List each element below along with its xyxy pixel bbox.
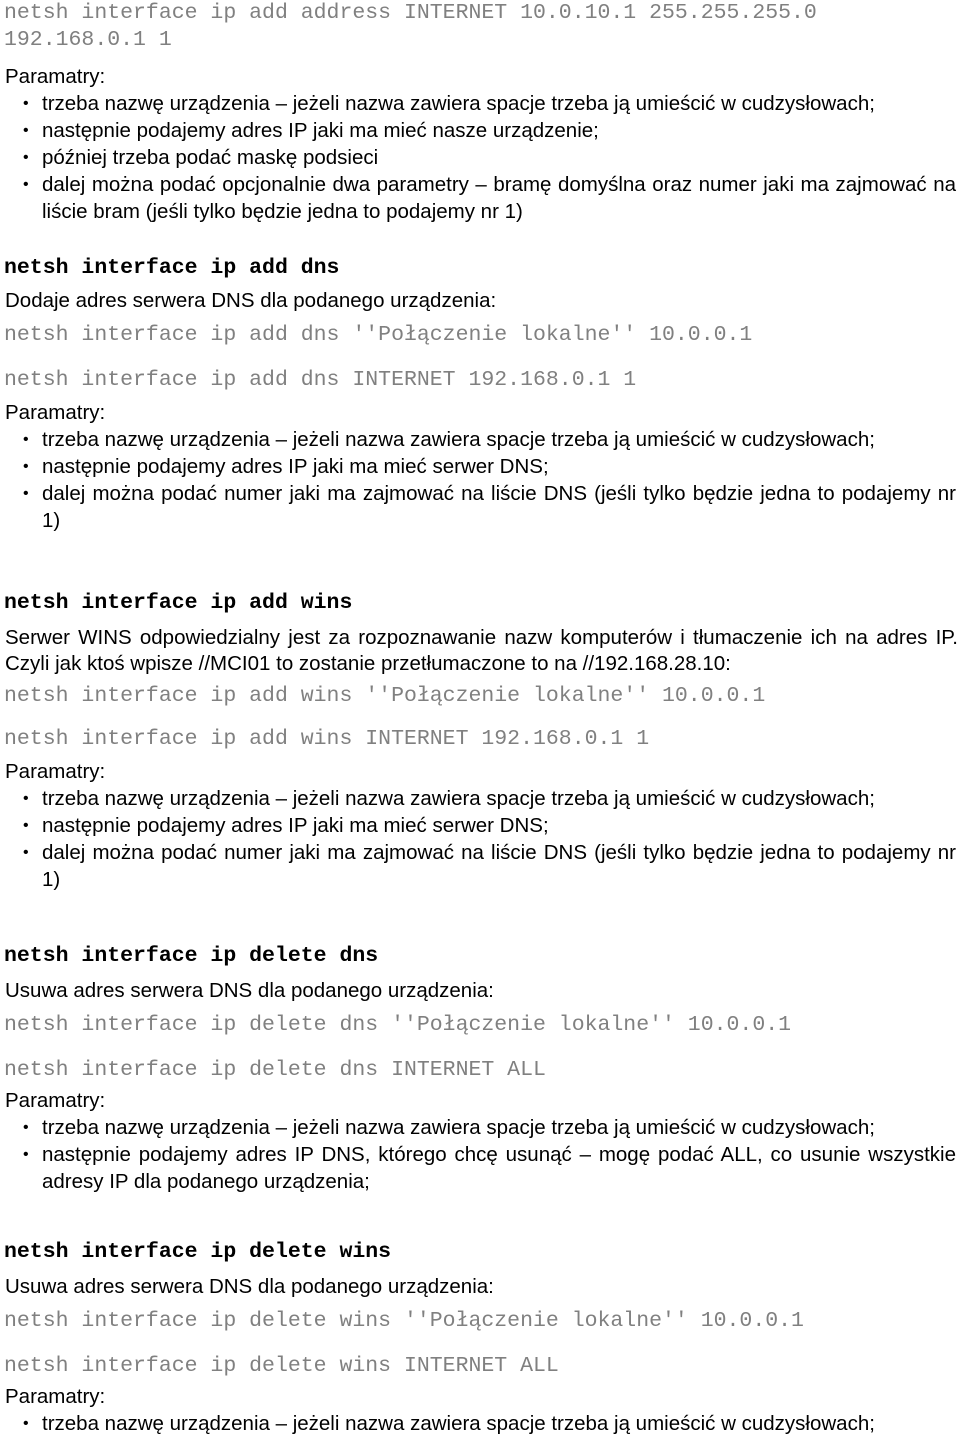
list-item: • następnie podajemy adres IP DNS, które… (2, 1141, 958, 1195)
list-item-label: trzeba nazwę urządzenia – jeżeli nazwa z… (42, 1412, 875, 1435)
bullet-icon: • (23, 431, 29, 448)
bullet-icon: • (23, 1119, 29, 1136)
bullet-icon: • (23, 817, 29, 834)
section-description-add-dns: Dodaje adres serwera DNS dla podanego ur… (5, 289, 497, 312)
list-item-label: następnie podajemy adres IP DNS, którego… (42, 1143, 956, 1193)
params-label-add-dns: Paramatry: (5, 401, 106, 424)
list-item: • trzeba nazwę urządzenia – jeżeli nazwa… (2, 426, 958, 453)
params-list-delete-wins: • trzeba nazwę urządzenia – jeżeli nazwa… (2, 1410, 958, 1437)
list-item: • dalej można podać opcjonalnie dwa para… (2, 171, 958, 225)
section-heading-add-wins: netsh interface ip add wins (4, 591, 353, 615)
list-item-label: dalej można podać numer jaki ma zajmować… (42, 482, 956, 532)
list-item-label: dalej można podać numer jaki ma zajmować… (42, 841, 956, 891)
list-item: • trzeba nazwę urządzenia – jeżeli nazwa… (2, 1114, 958, 1141)
document-page: netsh interface ip add address INTERNET … (0, 0, 960, 1435)
list-item-label: następnie podajemy adres IP jaki ma mieć… (42, 119, 599, 142)
list-item: • następnie podajemy adres IP jaki ma mi… (2, 812, 958, 839)
section-heading-add-dns: netsh interface ip add dns (4, 256, 340, 280)
command-example-add-wins-local: netsh interface ip add wins ''Połączenie… (4, 684, 766, 708)
command-example-delete-dns-internet: netsh interface ip delete dns INTERNET A… (4, 1058, 546, 1082)
list-item: • następnie podajemy adres IP jaki ma mi… (2, 117, 958, 144)
command-example-delete-dns-local: netsh interface ip delete dns ''Połączen… (4, 1013, 792, 1037)
params-list-add-address: • trzeba nazwę urządzenia – jeżeli nazwa… (2, 90, 958, 225)
params-list-delete-dns: • trzeba nazwę urządzenia – jeżeli nazwa… (2, 1114, 958, 1195)
list-item-label: trzeba nazwę urządzenia – jeżeli nazwa z… (42, 1116, 875, 1139)
params-label-delete-dns: Paramatry: (5, 1089, 106, 1112)
list-item-label: trzeba nazwę urządzenia – jeżeli nazwa z… (42, 428, 875, 451)
list-item-label: trzeba nazwę urządzenia – jeżeli nazwa z… (42, 92, 875, 115)
bullet-icon: • (23, 176, 29, 193)
bullet-icon: • (23, 1146, 29, 1163)
section-heading-delete-wins: netsh interface ip delete wins (4, 1240, 392, 1264)
section-heading-delete-dns: netsh interface ip delete dns (4, 944, 379, 968)
section-description-delete-dns: Usuwa adres serwera DNS dla podanego urz… (5, 979, 494, 1002)
list-item: • trzeba nazwę urządzenia – jeżeli nazwa… (2, 90, 958, 117)
params-list-add-dns: • trzeba nazwę urządzenia – jeżeli nazwa… (2, 426, 958, 534)
list-item: • trzeba nazwę urządzenia – jeżeli nazwa… (2, 1410, 958, 1437)
list-item: • następnie podajemy adres IP jaki ma mi… (2, 453, 958, 480)
command-example-delete-wins-internet: netsh interface ip delete wins INTERNET … (4, 1354, 559, 1378)
list-item-label: trzeba nazwę urządzenia – jeżeli nazwa z… (42, 787, 875, 810)
bullet-icon: • (23, 844, 29, 861)
list-item: • później trzeba podać maskę podsieci (2, 144, 958, 171)
params-label-add-address: Paramatry: (5, 65, 106, 88)
bullet-icon: • (23, 790, 29, 807)
params-label-add-wins: Paramatry: (5, 760, 106, 783)
bullet-icon: • (23, 122, 29, 139)
list-item: • dalej można podać numer jaki ma zajmow… (2, 480, 958, 534)
command-example-add-wins-internet: netsh interface ip add wins INTERNET 192… (4, 727, 650, 751)
section-description-delete-wins: Usuwa adres serwera DNS dla podanego urz… (5, 1275, 494, 1298)
command-example-add-address-line1: netsh interface ip add address INTERNET … (4, 1, 817, 25)
list-item-label: dalej można podać opcjonalnie dwa parame… (42, 173, 956, 223)
section-description-add-wins: Serwer WINS odpowiedzialny jest za rozpo… (5, 626, 958, 675)
list-item-label: następnie podajemy adres IP jaki ma mieć… (42, 814, 549, 837)
bullet-icon: • (23, 458, 29, 475)
list-item: • dalej można podać numer jaki ma zajmow… (2, 839, 958, 893)
bullet-icon: • (23, 95, 29, 112)
params-list-add-wins: • trzeba nazwę urządzenia – jeżeli nazwa… (2, 785, 958, 893)
list-item: • trzeba nazwę urządzenia – jeżeli nazwa… (2, 785, 958, 812)
command-example-add-address-line2: 192.168.0.1 1 (4, 28, 172, 52)
list-item-label: następnie podajemy adres IP jaki ma mieć… (42, 455, 549, 478)
list-item-label: później trzeba podać maskę podsieci (42, 146, 379, 169)
command-example-add-dns-internet: netsh interface ip add dns INTERNET 192.… (4, 368, 637, 392)
bullet-icon: • (23, 1415, 29, 1432)
command-example-delete-wins-local: netsh interface ip delete wins ''Połącze… (4, 1309, 804, 1333)
bullet-icon: • (23, 149, 29, 166)
command-example-add-dns-local: netsh interface ip add dns ''Połączenie … (4, 323, 753, 347)
params-label-delete-wins: Paramatry: (5, 1385, 106, 1408)
bullet-icon: • (23, 485, 29, 502)
